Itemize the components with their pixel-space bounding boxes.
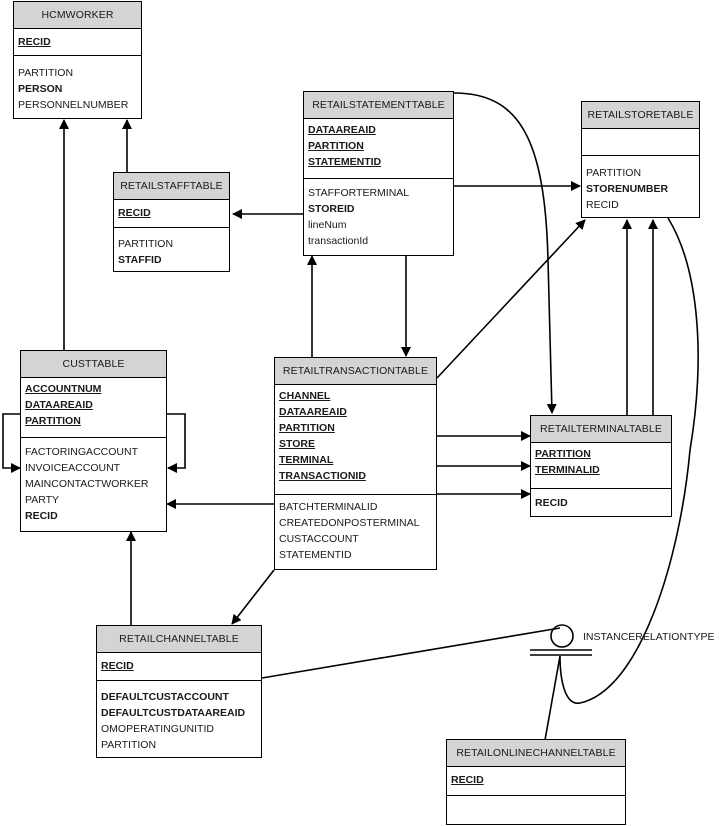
table-retailchanneltable[interactable]: RETAILCHANNELTABLE RECID DEFAULTCUSTACCO…	[96, 625, 262, 758]
field-section: RECID	[531, 489, 671, 511]
table-title: RETAILSTAFFTABLE	[114, 173, 229, 200]
field: PERSON	[18, 83, 63, 95]
field-section: PARTITION PERSON PERSONNELNUMBER	[14, 56, 141, 113]
field-section: FACTORINGACCOUNT INVOICEACCOUNT MAINCONT…	[21, 438, 166, 524]
field: BATCHTERMINALID	[279, 501, 378, 513]
key-field: STATEMENTID	[308, 156, 382, 168]
field: MAINCONTACTWORKER	[25, 478, 149, 490]
primary-key-section: ACCOUNTNUM DATAAREAID PARTITION	[21, 378, 166, 438]
field: RECID	[586, 199, 619, 211]
link-channel-inheritance	[261, 627, 561, 679]
table-retailstatementtable[interactable]: RETAILSTATEMENTTABLE DATAAREAID PARTITIO…	[303, 91, 454, 256]
table-title: RETAILCHANNELTABLE	[97, 626, 261, 653]
table-title: RETAILTERMINALTABLE	[531, 416, 671, 443]
table-retailtransactiontable[interactable]: RETAILTRANSACTIONTABLE CHANNEL DATAAREAI…	[274, 357, 437, 570]
field-section: BATCHTERMINALID CREATEDONPOSTERMINAL CUS…	[275, 495, 436, 563]
primary-key-section: CHANNEL DATAAREAID PARTITION STORE TERMI…	[275, 385, 436, 495]
field-section	[447, 796, 625, 798]
key-field: PARTITION	[308, 140, 364, 152]
field: STOREID	[308, 203, 355, 215]
key-field: PARTITION	[25, 415, 81, 427]
table-title: RETAILSTATEMENTTABLE	[304, 92, 453, 119]
primary-key-section: PARTITION TERMINALID	[531, 443, 671, 489]
primary-key-section: RECID	[97, 653, 261, 681]
field: STAFFORTERMINAL	[308, 187, 410, 199]
table-retailstoretable[interactable]: RETAILSTORETABLE PARTITION STORENUMBER R…	[581, 101, 700, 218]
field: OMOPERATINGUNITID	[101, 723, 214, 735]
table-title: RETAILTRANSACTIONTABLE	[275, 358, 436, 385]
key-field: RECID	[18, 36, 51, 48]
primary-key-section: RECID	[114, 200, 229, 228]
field: STATEMENTID	[279, 549, 352, 561]
field: PARTITION	[101, 739, 157, 751]
field: FACTORINGACCOUNT	[25, 446, 138, 458]
key-field: DATAAREAID	[308, 124, 376, 136]
key-field: ACCOUNTNUM	[25, 383, 102, 395]
table-title: RETAILONLINECHANNELTABLE	[447, 740, 625, 767]
field: PARTY	[25, 494, 60, 506]
key-field: RECID	[118, 207, 151, 219]
key-field: DATAAREAID	[279, 406, 347, 418]
primary-key-section	[582, 129, 699, 156]
key-field: STORE	[279, 438, 315, 450]
table-hcmworker[interactable]: HCMWORKER RECID PARTITION PERSON PERSONN…	[13, 1, 142, 119]
field: DEFAULTCUSTDATAAREAID	[101, 707, 246, 719]
primary-key-section: RECID	[447, 767, 625, 796]
table-title: RETAILSTORETABLE	[582, 102, 699, 129]
field: transactionId	[308, 235, 369, 247]
table-retailterminaltable[interactable]: RETAILTERMINALTABLE PARTITION TERMINALID…	[530, 415, 672, 517]
field: STORENUMBER	[586, 183, 669, 195]
link-transaction-store	[436, 219, 586, 379]
table-title: CUSTTABLE	[21, 351, 166, 378]
field: PERSONNELNUMBER	[18, 99, 129, 111]
link-online-inheritance	[544, 655, 561, 741]
field: INVOICEACCOUNT	[25, 462, 121, 474]
key-field: TERMINALID	[535, 464, 600, 476]
table-custtable[interactable]: CUSTTABLE ACCOUNTNUM DATAAREAID PARTITIO…	[20, 350, 167, 532]
link-statement-terminal	[453, 92, 557, 414]
inheritance-circle	[550, 624, 574, 648]
table-title: HCMWORKER	[14, 2, 141, 29]
field: PARTITION	[118, 238, 174, 250]
field: lineNum	[308, 219, 347, 231]
field: DEFAULTCUSTACCOUNT	[101, 691, 229, 703]
table-retailonlinechanneltable[interactable]: RETAILONLINECHANNELTABLE RECID	[446, 739, 626, 825]
key-field: RECID	[101, 660, 134, 672]
field-section: STAFFORTERMINAL STOREID lineNum transact…	[304, 179, 453, 249]
key-field: TRANSACTIONID	[279, 470, 366, 482]
field: CREATEDONPOSTERMINAL	[279, 517, 420, 529]
field: RECID	[25, 510, 58, 522]
key-field: TERMINAL	[279, 454, 334, 466]
table-retailstafftable[interactable]: RETAILSTAFFTABLE RECID PARTITION STAFFID	[113, 172, 230, 272]
key-field: RECID	[451, 774, 484, 786]
key-field: PARTITION	[279, 422, 335, 434]
field: PARTITION	[18, 67, 74, 79]
link-cust-self-left	[2, 413, 21, 473]
link-transaction-channel	[231, 569, 275, 625]
link-cust-self-right	[167, 413, 186, 473]
primary-key-section: RECID	[14, 29, 141, 56]
field: PARTITION	[586, 167, 642, 179]
field-section: PARTITION STORENUMBER RECID	[582, 156, 699, 213]
field: STAFFID	[118, 254, 162, 266]
inheritance-label: INSTANCERELATIONTYPE	[583, 631, 715, 643]
key-field: CHANNEL	[279, 390, 331, 402]
field: RECID	[535, 497, 568, 509]
primary-key-section: DATAAREAID PARTITION STATEMENTID	[304, 119, 453, 179]
field: CUSTACCOUNT	[279, 533, 359, 545]
field-section: PARTITION STAFFID	[114, 228, 229, 268]
key-field: DATAAREAID	[25, 399, 93, 411]
key-field: PARTITION	[535, 448, 591, 460]
field-section: DEFAULTCUSTACCOUNT DEFAULTCUSTDATAAREAID…	[97, 681, 261, 753]
